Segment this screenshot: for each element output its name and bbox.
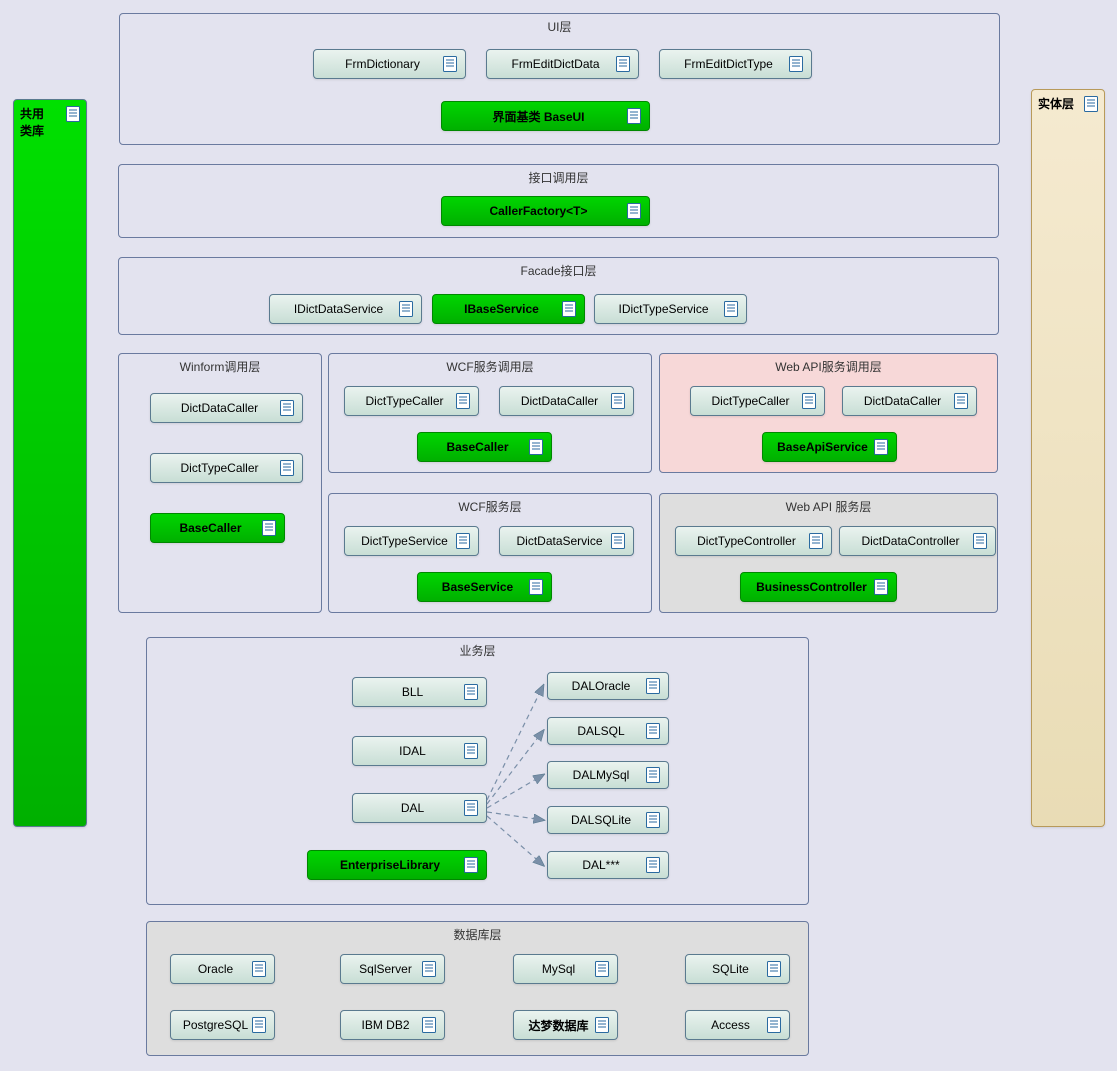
node-dal-sqlite: DALSQLite (547, 806, 669, 834)
document-icon (66, 106, 80, 122)
node-webapi-dicttypecaller: DictTypeCaller (690, 386, 825, 416)
node-webapi-baseapiservice: BaseApiService (762, 432, 897, 462)
node-db-sqlite: SQLite (685, 954, 790, 984)
node-webapi-dictdatacontroller: DictDataController (839, 526, 996, 556)
document-icon (422, 961, 436, 977)
document-icon (464, 800, 478, 816)
node-db-sqlserver: SqlServer (340, 954, 445, 984)
node-winform-basecaller: BaseCaller (150, 513, 285, 543)
node-frm-edit-dict-data: FrmEditDictData (486, 49, 639, 79)
document-icon (595, 961, 609, 977)
node-bll: BLL (352, 677, 487, 707)
document-icon (422, 1017, 436, 1033)
node-wcf-dicttypecaller: DictTypeCaller (344, 386, 479, 416)
document-icon (973, 533, 987, 549)
document-icon (562, 301, 576, 317)
document-icon (1084, 96, 1098, 112)
document-icon (456, 533, 470, 549)
node-db-access: Access (685, 1010, 790, 1040)
node-webapi-dicttypecontroller: DictTypeController (675, 526, 832, 556)
document-icon (456, 393, 470, 409)
document-icon (646, 812, 660, 828)
sidebar-entity: 实体层 (1031, 89, 1105, 827)
layer-business-title: 业务层 (147, 642, 808, 659)
node-enterprise-library: EnterpriseLibrary (307, 850, 487, 880)
document-icon (767, 1017, 781, 1033)
layer-facade-title: Facade接口层 (119, 262, 998, 279)
document-icon (280, 460, 294, 476)
layer-wcf-service-title: WCF服务层 (329, 498, 651, 515)
node-db-postgresql: PostgreSQL (170, 1010, 275, 1040)
layer-ui-title: UI层 (120, 18, 999, 35)
sidebar-shared-lib: 共用 类库 (13, 99, 87, 827)
document-icon (616, 56, 630, 72)
node-winform-dicttypecaller: DictTypeCaller (150, 453, 303, 483)
node-wcf-dictdatacaller: DictDataCaller (499, 386, 634, 416)
node-db-mysql: MySql (513, 954, 618, 984)
document-icon (627, 203, 641, 219)
document-icon (464, 743, 478, 759)
sidebar-entity-label: 实体层 (1038, 97, 1074, 111)
node-idict-type-service: IDictTypeService (594, 294, 747, 324)
document-icon (954, 393, 968, 409)
node-dal-oracle: DALOracle (547, 672, 669, 700)
document-icon (262, 520, 276, 536)
document-icon (627, 108, 641, 124)
document-icon (464, 684, 478, 700)
document-icon (611, 393, 625, 409)
layer-wcf-call-title: WCF服务调用层 (329, 358, 651, 375)
layer-caller-title: 接口调用层 (119, 169, 998, 186)
node-dal: DAL (352, 793, 487, 823)
node-dal-sql: DALSQL (547, 717, 669, 745)
layer-winform: Winform调用层 (118, 353, 322, 613)
document-icon (611, 533, 625, 549)
node-wcf-baseservice: BaseService (417, 572, 552, 602)
document-icon (646, 678, 660, 694)
document-icon (874, 439, 888, 455)
document-icon (529, 439, 543, 455)
node-wcf-dicttypeservice: DictTypeService (344, 526, 479, 556)
document-icon (809, 533, 823, 549)
node-frm-dictionary: FrmDictionary (313, 49, 466, 79)
document-icon (529, 579, 543, 595)
node-db-ibmdb2: IBM DB2 (340, 1010, 445, 1040)
document-icon (767, 961, 781, 977)
node-idict-data-service: IDictDataService (269, 294, 422, 324)
node-ibase-service: IBaseService (432, 294, 585, 324)
document-icon (399, 301, 413, 317)
document-icon (646, 857, 660, 873)
node-db-oracle: Oracle (170, 954, 275, 984)
document-icon (464, 857, 478, 873)
document-icon (802, 393, 816, 409)
layer-webapi-service-title: Web API 服务层 (660, 498, 997, 515)
layer-db-title: 数据库层 (147, 926, 808, 943)
layer-winform-title: Winform调用层 (119, 358, 321, 375)
node-winform-dictdatacaller: DictDataCaller (150, 393, 303, 423)
node-idal: IDAL (352, 736, 487, 766)
node-dal-mysql: DALMySql (547, 761, 669, 789)
node-base-ui: 界面基类 BaseUI (441, 101, 650, 131)
node-dal-star: DAL*** (547, 851, 669, 879)
node-wcf-basecaller: BaseCaller (417, 432, 552, 462)
sidebar-shared-lib-label: 共用 类库 (20, 107, 44, 138)
document-icon (646, 723, 660, 739)
document-icon (443, 56, 457, 72)
document-icon (280, 400, 294, 416)
document-icon (724, 301, 738, 317)
node-db-dameng: 达梦数据库 (513, 1010, 618, 1040)
document-icon (595, 1017, 609, 1033)
node-webapi-dictdatacaller: DictDataCaller (842, 386, 977, 416)
document-icon (874, 579, 888, 595)
node-caller-factory: CallerFactory<T> (441, 196, 650, 226)
document-icon (789, 56, 803, 72)
document-icon (252, 1017, 266, 1033)
document-icon (252, 961, 266, 977)
diagram-canvas: 共用 类库 实体层 UI层 FrmDictionary FrmEditDictD… (0, 0, 1117, 1071)
node-webapi-businesscontroller: BusinessController (740, 572, 897, 602)
node-wcf-dictdataservice: DictDataService (499, 526, 634, 556)
document-icon (646, 767, 660, 783)
layer-webapi-call-title: Web API服务调用层 (660, 358, 997, 375)
node-frm-edit-dict-type: FrmEditDictType (659, 49, 812, 79)
